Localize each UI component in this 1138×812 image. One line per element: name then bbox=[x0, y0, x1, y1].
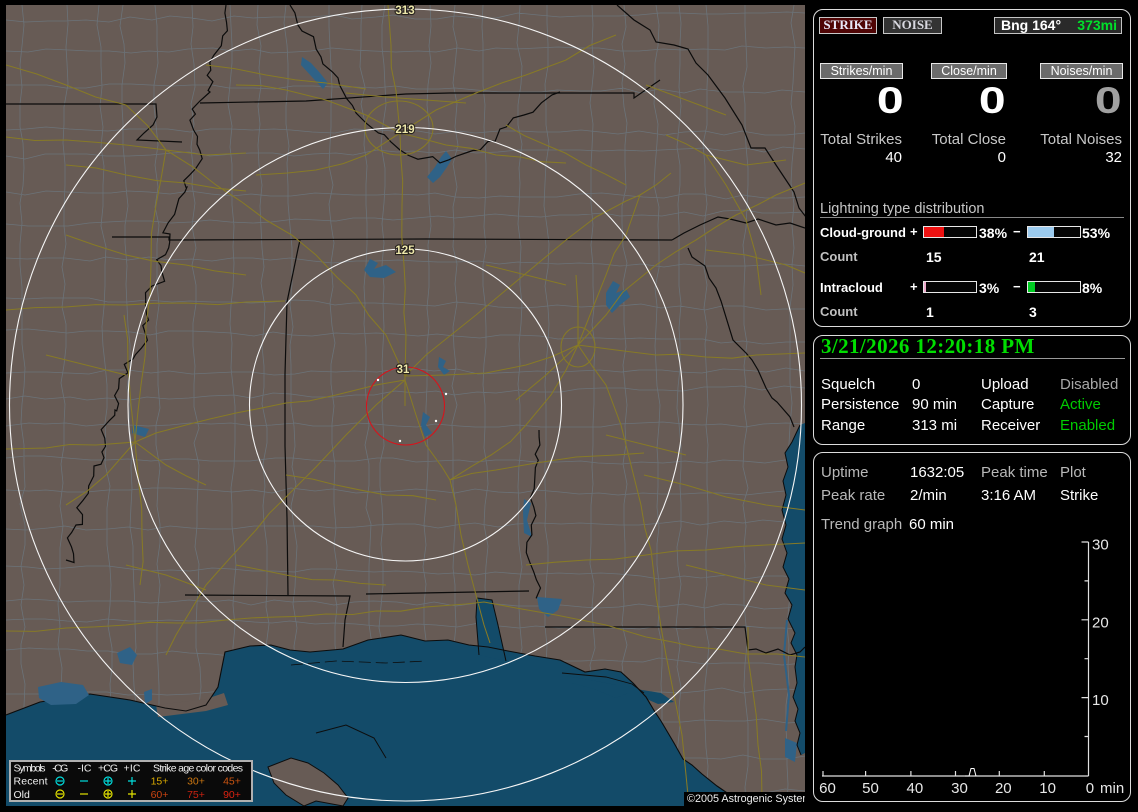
svg-text:0: 0 bbox=[1086, 780, 1094, 797]
svg-text:50: 50 bbox=[862, 780, 879, 797]
svg-text:30+: 30+ bbox=[187, 776, 205, 788]
svg-text:Symbols: Symbols bbox=[14, 763, 46, 775]
svg-text:219: 219 bbox=[395, 124, 414, 136]
svg-text:Strike age color codes: Strike age color codes bbox=[153, 763, 243, 775]
svg-text:30: 30 bbox=[951, 780, 968, 797]
svg-text:15+: 15+ bbox=[151, 776, 169, 788]
svg-text:-IC: -IC bbox=[78, 763, 92, 775]
svg-text:+IC: +IC bbox=[124, 763, 141, 775]
svg-text:75+: 75+ bbox=[187, 789, 205, 800]
svg-text:313: 313 bbox=[395, 5, 414, 17]
svg-text:60: 60 bbox=[819, 780, 836, 797]
svg-text:©2005 Astrogenic Systems: ©2005 Astrogenic Systems bbox=[687, 793, 805, 805]
svg-text:125: 125 bbox=[395, 245, 415, 257]
svg-text:20: 20 bbox=[1092, 614, 1109, 631]
svg-text:90+: 90+ bbox=[223, 789, 241, 800]
svg-text:10: 10 bbox=[1092, 692, 1109, 709]
svg-text:Recent: Recent bbox=[14, 776, 48, 788]
svg-text:Old: Old bbox=[14, 789, 31, 800]
svg-text:45+: 45+ bbox=[223, 776, 241, 788]
svg-text:+CG: +CG bbox=[98, 763, 118, 775]
svg-text:-CG: -CG bbox=[52, 763, 68, 775]
svg-text:30: 30 bbox=[1092, 537, 1109, 554]
svg-text:60+: 60+ bbox=[151, 789, 169, 800]
svg-text:31: 31 bbox=[397, 364, 410, 376]
svg-text:10: 10 bbox=[1039, 780, 1056, 797]
svg-text:40: 40 bbox=[907, 780, 924, 797]
svg-text:20: 20 bbox=[995, 780, 1012, 797]
svg-text:min: min bbox=[1100, 780, 1124, 797]
